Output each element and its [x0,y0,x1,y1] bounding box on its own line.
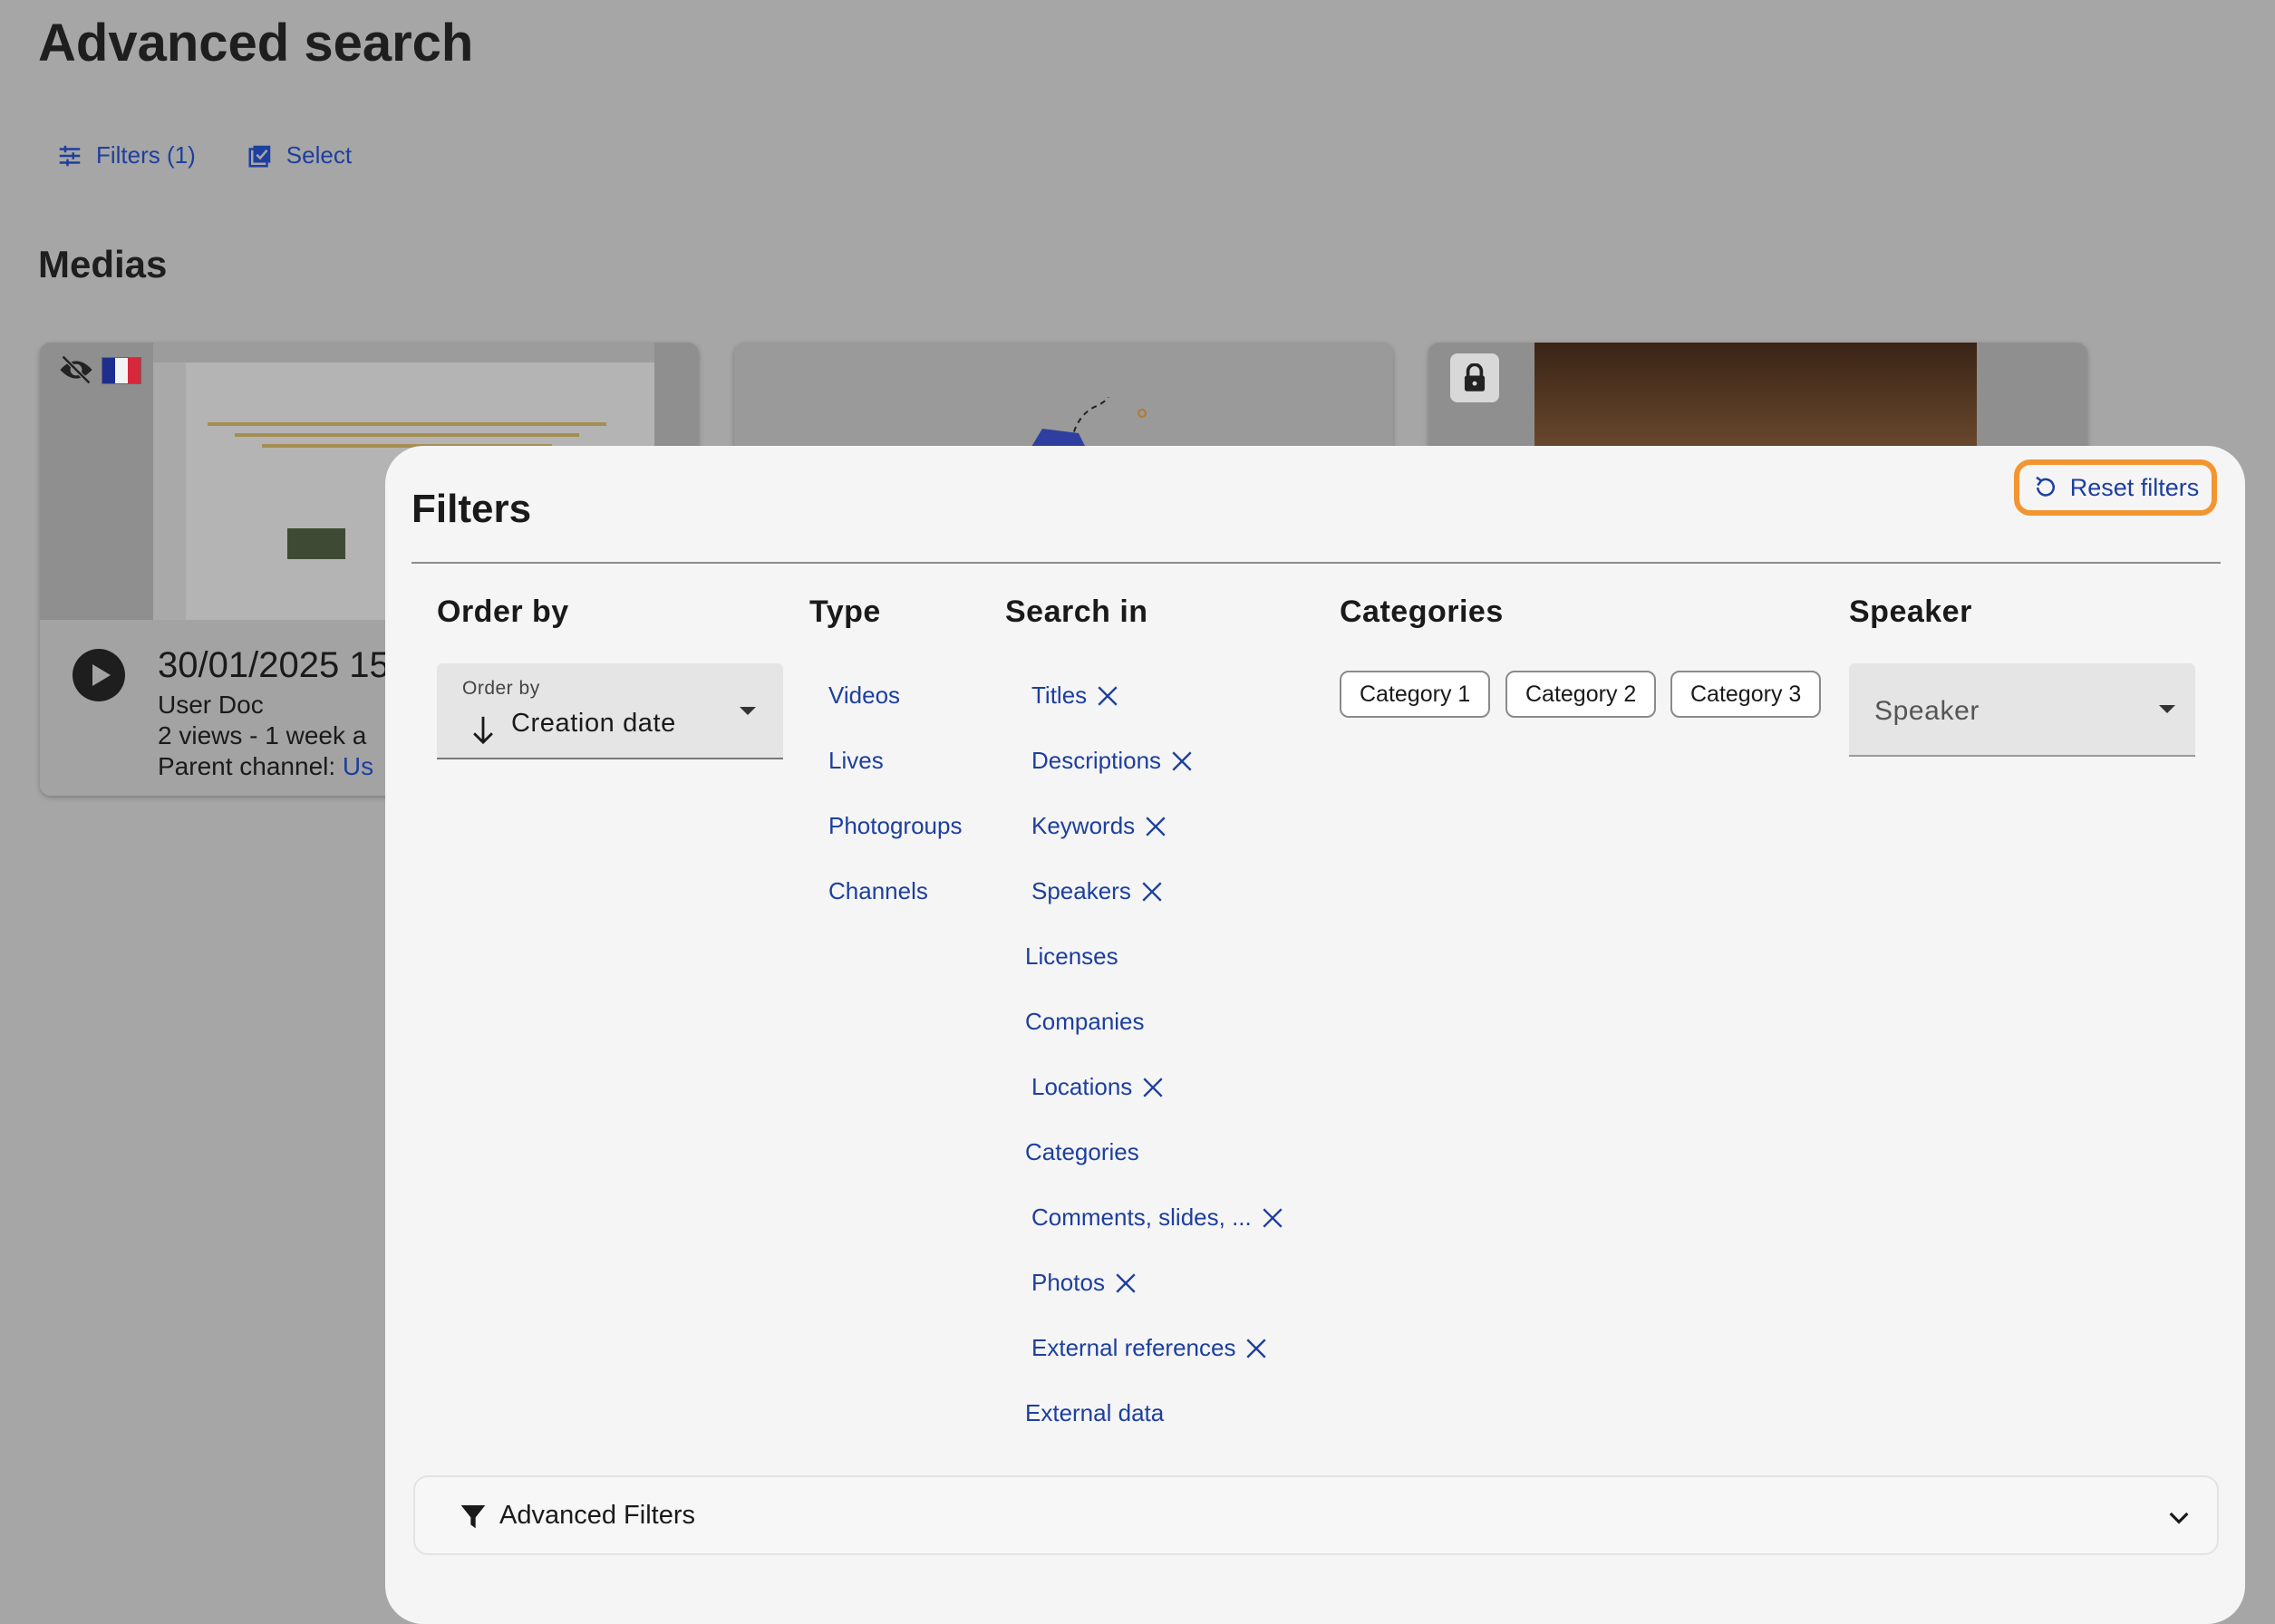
close-icon[interactable] [1170,749,1194,773]
media-title[interactable]: 30/01/2025 15 [158,645,390,686]
search-in-external-references[interactable]: External references [1031,1334,1268,1362]
filters-divider [411,562,2221,564]
media-subtitle: User Doc [158,691,264,719]
flag-fr-icon [102,357,141,384]
search-in-external-references-label: External references [1031,1334,1236,1361]
order-by-select[interactable]: Order by Creation date [437,663,783,759]
select-button[interactable]: Select [247,141,352,169]
advanced-filters-label: Advanced Filters [499,1501,695,1530]
filters-title: Filters [411,487,532,531]
parent-channel-link[interactable]: Us [343,752,373,780]
media-illustration [1029,397,1147,451]
search-in-locations[interactable]: Locations [1031,1073,1165,1101]
type-lives-label: Lives [828,747,884,774]
filters-panel: Filters Reset filters Order by Type Sear… [385,446,2245,1624]
eye-off-icon [60,355,92,384]
type-heading: Type [809,594,881,629]
search-in-descriptions[interactable]: Descriptions [1031,747,1194,775]
play-icon[interactable] [73,649,125,701]
search-in-heading: Search in [1005,594,1148,629]
search-in-external-data-label: External data [1025,1399,1165,1426]
search-in-licenses-label: Licenses [1025,942,1118,970]
reset-filters-button[interactable]: Reset filters [2014,459,2217,516]
close-icon[interactable] [1144,815,1167,838]
category-chip-label: Category 2 [1525,681,1637,707]
funnel-icon [460,1505,486,1529]
caret-down-icon [2159,705,2175,713]
search-in-photos-label: Photos [1031,1269,1105,1296]
search-in-keywords-label: Keywords [1031,812,1136,839]
close-icon[interactable] [1141,1076,1165,1099]
speaker-heading: Speaker [1849,594,1972,629]
categories-heading: Categories [1340,594,1504,629]
close-icon[interactable] [1096,684,1119,708]
checkbox-icon [248,145,271,167]
type-photogroups-label: Photogroups [828,812,963,839]
close-icon[interactable] [1140,880,1164,904]
type-videos[interactable]: Videos [828,682,900,710]
category-chip[interactable]: Category 3 [1670,671,1822,718]
advanced-filters-toggle[interactable]: Advanced Filters [413,1475,2219,1555]
filters-button-label: Filters (1) [96,141,196,169]
search-in-photos[interactable]: Photos [1031,1269,1138,1297]
search-in-titles-label: Titles [1031,682,1088,709]
select-button-label: Select [286,141,353,169]
search-in-speakers[interactable]: Speakers [1031,877,1164,905]
search-in-speakers-label: Speakers [1031,877,1131,904]
order-by-label: Order by [462,678,540,699]
category-chip[interactable]: Category 1 [1340,671,1491,718]
type-photogroups[interactable]: Photogroups [828,812,962,840]
toolbar: Filters (1) Select [56,141,352,169]
sliders-icon [59,145,81,166]
order-by-heading: Order by [437,594,569,629]
search-in-companies-label: Companies [1025,1008,1145,1035]
close-icon[interactable] [1114,1271,1138,1295]
search-in-comments-slides-label: Comments, slides, ... [1031,1204,1252,1231]
search-in-locations-label: Locations [1031,1073,1133,1100]
caret-down-icon [740,707,756,715]
type-channels[interactable]: Channels [828,877,928,905]
filters-button[interactable]: Filters (1) [56,141,196,169]
type-channels-label: Channels [828,877,928,904]
media-stats: 2 views - 1 week a [158,721,367,749]
refresh-icon [2035,476,2055,497]
type-lives[interactable]: Lives [828,747,884,775]
category-chip-label: Category 1 [1360,681,1471,707]
lock-icon [1450,353,1499,402]
search-in-categories[interactable]: Categories [1025,1138,1139,1166]
arrow-down-icon [473,716,493,745]
parent-channel-label: Parent channel: [158,752,343,780]
search-in-comments-slides[interactable]: Comments, slides, ... [1031,1204,1284,1232]
type-videos-label: Videos [828,682,901,709]
search-in-keywords[interactable]: Keywords [1031,812,1167,840]
search-in-categories-label: Categories [1025,1138,1139,1165]
search-in-companies[interactable]: Companies [1025,1008,1145,1036]
media-parent-channel: Parent channel: Us [158,752,373,781]
section-title: Medias [38,243,168,285]
page-title: Advanced search [38,14,474,72]
speaker-select[interactable]: Speaker [1849,663,2195,757]
reset-filters-label: Reset filters [2069,473,2200,501]
search-in-licenses[interactable]: Licenses [1025,942,1118,971]
speaker-placeholder: Speaker [1874,696,1980,726]
close-icon[interactable] [1261,1206,1284,1230]
close-icon[interactable] [1244,1337,1268,1360]
order-by-value: Creation date [511,709,676,738]
search-in-titles[interactable]: Titles [1031,682,1119,710]
category-chip-label: Category 3 [1690,681,1802,707]
search-in-descriptions-label: Descriptions [1031,747,1162,774]
search-in-external-data[interactable]: External data [1025,1399,1164,1427]
chevron-down-icon [2169,1512,2189,1524]
category-chip[interactable]: Category 2 [1505,671,1657,718]
